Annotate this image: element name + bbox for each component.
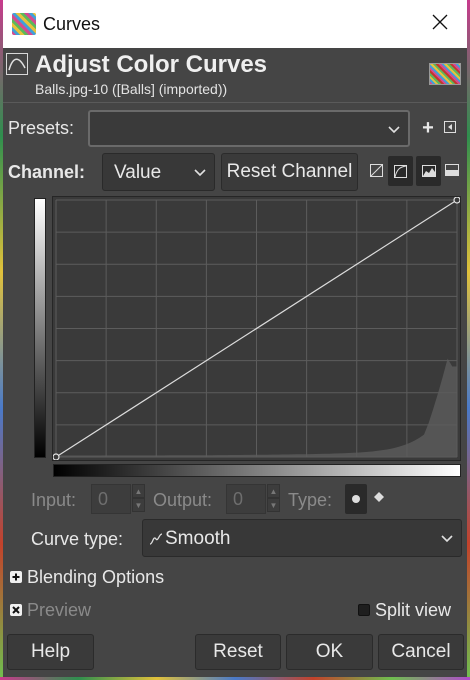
presets-label: Presets: xyxy=(8,118,75,138)
image-thumbnail xyxy=(429,63,461,85)
curve-type-combo[interactable]: Smooth xyxy=(142,519,462,557)
curves-dialog: Curves Adjust Color Curves Balls.jpg-10 … xyxy=(3,0,467,677)
smooth-point-icon[interactable] xyxy=(345,484,367,514)
output-label: Output: xyxy=(153,490,213,510)
spin-down-icon[interactable]: ▼ xyxy=(267,498,280,512)
split-view-checkbox[interactable] xyxy=(358,604,370,616)
chevron-down-icon xyxy=(388,118,400,140)
presets-combo[interactable] xyxy=(88,110,410,147)
curve-type-label: Curve type: xyxy=(31,529,124,549)
spin-up-icon[interactable]: ▲ xyxy=(132,484,145,498)
input-spinner-arrows[interactable]: ▲ ▼ xyxy=(132,484,145,512)
curves-icon xyxy=(6,53,28,75)
histogram-mode-icon[interactable] xyxy=(416,156,441,186)
input-label: Input: xyxy=(31,490,77,510)
input-gradient-bar xyxy=(53,464,461,477)
preset-menu-icon[interactable] xyxy=(443,120,457,134)
linear-histogram-icon[interactable] xyxy=(368,162,384,178)
close-icon xyxy=(432,14,448,35)
type-label: Type: xyxy=(288,490,333,510)
curve-point[interactable] xyxy=(53,453,60,460)
cancel-button[interactable]: Cancel xyxy=(378,634,464,670)
smooth-curve-icon xyxy=(149,530,163,552)
spin-down-icon[interactable]: ▼ xyxy=(132,498,145,512)
channel-label: Channel: xyxy=(8,162,86,182)
app-icon xyxy=(12,13,36,35)
output-spinner[interactable]: 0 xyxy=(226,484,266,514)
reset-channel-button[interactable]: Reset Channel xyxy=(221,153,358,191)
corner-point-icon[interactable] xyxy=(372,489,386,505)
ok-button[interactable]: OK xyxy=(286,634,373,670)
preview-label: Preview xyxy=(27,600,92,620)
blending-options-expander[interactable]: Blending Options xyxy=(27,567,164,588)
input-spinner[interactable]: 0 xyxy=(91,484,131,514)
window-title: Curves xyxy=(43,14,101,34)
curves-graph[interactable] xyxy=(52,196,461,461)
help-button[interactable]: Help xyxy=(7,634,94,670)
spin-up-icon[interactable]: ▲ xyxy=(267,484,280,498)
output-spinner-arrows[interactable]: ▲ ▼ xyxy=(267,484,280,512)
preview-checkbox[interactable] xyxy=(10,604,22,616)
log-histogram-icon[interactable] xyxy=(388,156,413,186)
chevron-down-icon xyxy=(441,527,453,549)
channel-value: Value xyxy=(114,162,162,183)
split-view-label: Split view xyxy=(375,600,452,620)
reset-button[interactable]: Reset xyxy=(195,634,281,670)
curve-type-value: Smooth xyxy=(165,528,231,549)
curves-graph-canvas xyxy=(53,197,460,460)
title-bar: Curves xyxy=(3,0,467,48)
channel-combo[interactable]: Value xyxy=(102,153,215,191)
expand-plus-icon[interactable] xyxy=(10,571,22,583)
curve-point[interactable] xyxy=(453,197,460,204)
dialog-title: Adjust Color Curves xyxy=(35,51,268,78)
add-preset-icon[interactable]: + xyxy=(419,117,437,139)
histogram-scale-icon[interactable] xyxy=(444,162,460,178)
header-divider xyxy=(3,102,467,103)
close-button[interactable] xyxy=(413,0,467,48)
dialog-subtitle: Balls.jpg-10 ([Balls] (imported)) xyxy=(35,81,228,97)
output-gradient-bar xyxy=(34,198,46,458)
chevron-down-icon xyxy=(194,161,206,183)
